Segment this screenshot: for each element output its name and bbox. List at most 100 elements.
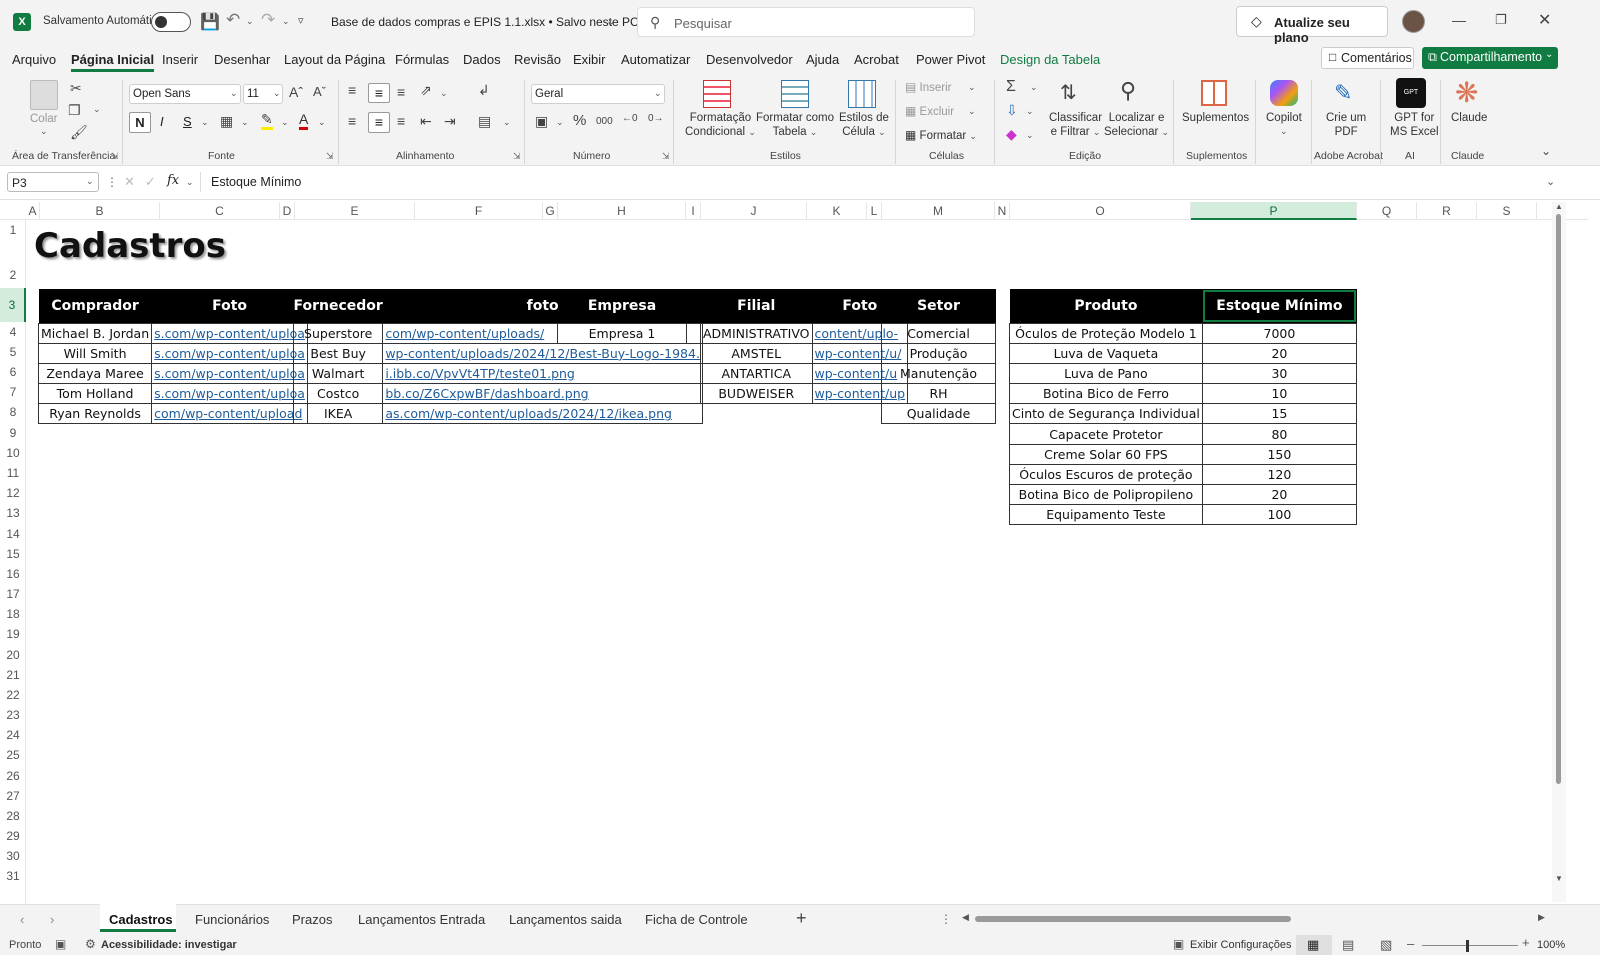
- row-header[interactable]: 6: [0, 362, 26, 382]
- row-header[interactable]: 22: [0, 685, 26, 705]
- wrap-text-icon[interactable]: ↲: [478, 82, 490, 99]
- row-header[interactable]: 19: [0, 624, 26, 645]
- link-cell[interactable]: wp-content/uploads/2024/12/Best-Buy-Logo…: [382, 342, 703, 364]
- font-color-icon[interactable]: A: [299, 112, 309, 130]
- worksheet-grid[interactable]: Cadastros Comprador Foto Michael B. Jorda…: [26, 220, 1588, 904]
- table-cell[interactable]: Óculos de Proteção Modelo 1: [1009, 322, 1203, 344]
- macro-record-icon[interactable]: ▣: [55, 937, 66, 951]
- bold-button[interactable]: N: [129, 112, 151, 133]
- table-cell[interactable]: Zendaya Maree: [37, 362, 153, 385]
- table-cell[interactable]: BUDWEISER: [700, 383, 813, 405]
- table-cell[interactable]: Luva de Pano: [1009, 362, 1203, 385]
- row-header[interactable]: 29: [0, 826, 26, 846]
- increase-decimal-icon[interactable]: ←0: [622, 113, 638, 124]
- font-launcher-icon[interactable]: ⇲: [326, 151, 334, 162]
- save-icon[interactable]: 💾: [200, 12, 220, 31]
- align-center-icon[interactable]: ≡: [368, 112, 390, 133]
- alignment-launcher-icon[interactable]: ⇲: [513, 151, 521, 162]
- header-filial[interactable]: Filial: [700, 289, 813, 323]
- merge-dropdown-icon[interactable]: ⌄: [503, 117, 511, 128]
- page-layout-icon[interactable]: ▤: [1342, 937, 1354, 953]
- conditional-formatting-icon[interactable]: [703, 80, 731, 108]
- table-cell[interactable]: 100: [1201, 504, 1358, 526]
- link-cell[interactable]: s.com/wp-content/uploa: [151, 383, 308, 405]
- row-header[interactable]: 27: [0, 786, 26, 806]
- table-cell[interactable]: Botina Bico de Ferro: [1009, 383, 1203, 405]
- row-header[interactable]: 14: [0, 524, 26, 544]
- clear-dropdown-icon[interactable]: ⌄: [1026, 130, 1034, 141]
- copilot-button[interactable]: Copilot: [1266, 111, 1302, 125]
- link-cell[interactable]: as.com/wp-content/uploads/2024/12/ikea.p…: [382, 403, 703, 425]
- fill-color-icon[interactable]: ✎: [261, 112, 273, 130]
- formula-input[interactable]: Estoque Mínimo: [200, 172, 1564, 192]
- menu-design-tabela[interactable]: Design da Tabela: [1000, 52, 1100, 67]
- col-header-g[interactable]: G: [543, 202, 558, 220]
- function-dropdown-icon[interactable]: ⌄: [186, 177, 194, 188]
- menu-inserir[interactable]: Inserir: [162, 52, 198, 67]
- increase-font-icon[interactable]: Aˆ: [289, 84, 303, 100]
- table-cell[interactable]: Produção: [881, 342, 996, 364]
- create-pdf-button[interactable]: Crie um PDF: [1326, 111, 1366, 139]
- col-header-h[interactable]: H: [558, 202, 686, 220]
- row-header[interactable]: 30: [0, 846, 26, 866]
- table-cell[interactable]: 20: [1201, 342, 1358, 364]
- table-cell[interactable]: 80: [1201, 423, 1358, 445]
- customize-qat-icon[interactable]: ▿: [298, 14, 304, 27]
- display-settings[interactable]: Exibir Configurações: [1190, 939, 1292, 951]
- menu-desenhar[interactable]: Desenhar: [214, 52, 270, 67]
- font-color-dropdown-icon[interactable]: ⌄: [318, 117, 326, 128]
- tab-funcionarios[interactable]: Funcionários: [195, 912, 269, 927]
- close-icon[interactable]: ✕: [1538, 10, 1551, 30]
- col-header-r[interactable]: R: [1417, 202, 1477, 220]
- row-header[interactable]: 8: [0, 402, 26, 423]
- table-cell[interactable]: Michael B. Jordan: [37, 322, 153, 344]
- more-options-icon[interactable]: ⋮: [106, 175, 118, 189]
- clear-icon[interactable]: ◆: [1006, 126, 1017, 143]
- italic-button[interactable]: I: [160, 114, 164, 129]
- link-cell[interactable]: com/wp-content/upload: [151, 403, 308, 425]
- number-format-select[interactable]: Geral ⌄: [531, 84, 665, 104]
- header-estoque-minimo[interactable]: Estoque Mínimo: [1202, 289, 1357, 323]
- table-cell[interactable]: Óculos Escuros de proteção: [1009, 463, 1203, 486]
- col-header-q[interactable]: Q: [1357, 202, 1417, 220]
- fill-icon[interactable]: ⇩: [1006, 102, 1018, 119]
- table-cell[interactable]: Creme Solar 60 FPS: [1009, 443, 1203, 465]
- conditional-formatting-button[interactable]: Formatação Condicional ⌄: [685, 111, 756, 139]
- link-cell[interactable]: i.ibb.co/VpvVt4TP/teste01.png: [382, 362, 703, 385]
- menu-formulas[interactable]: Fórmulas: [395, 52, 449, 67]
- menu-automatizar[interactable]: Automatizar: [621, 52, 690, 67]
- comments-button[interactable]: □ Comentários: [1321, 47, 1414, 69]
- align-top-icon[interactable]: ≡: [348, 82, 356, 98]
- sort-filter-button[interactable]: Classificar e Filtrar ⌄: [1049, 111, 1102, 139]
- col-header-k[interactable]: K: [807, 202, 867, 220]
- decrease-indent-icon[interactable]: ⇤: [420, 113, 432, 130]
- col-header-o[interactable]: O: [1010, 202, 1191, 220]
- col-header-b[interactable]: B: [40, 202, 160, 220]
- table-cell[interactable]: 120: [1201, 463, 1358, 486]
- merge-center-icon[interactable]: ▤: [478, 113, 491, 130]
- pdf-icon[interactable]: ✎: [1334, 80, 1352, 106]
- autosum-dropdown-icon[interactable]: ⌄: [1030, 82, 1038, 93]
- zoom-out-icon[interactable]: –: [1407, 936, 1414, 951]
- row-header[interactable]: 23: [0, 705, 26, 725]
- header-foto[interactable]: Foto: [151, 289, 308, 323]
- col-header-d[interactable]: D: [280, 202, 295, 220]
- col-header-e[interactable]: E: [295, 202, 415, 220]
- link-cell[interactable]: s.com/wp-content/uploa: [151, 342, 308, 364]
- paste-dropdown-icon[interactable]: ⌄: [40, 126, 48, 137]
- fill-color-dropdown-icon[interactable]: ⌄: [281, 117, 289, 128]
- table-cell[interactable]: 10: [1201, 383, 1358, 405]
- hscroll-right-icon[interactable]: ▶: [1538, 912, 1545, 923]
- table-cell[interactable]: Superstore: [292, 322, 384, 344]
- scroll-up-icon[interactable]: ▲: [1555, 202, 1563, 211]
- minimize-icon[interactable]: —: [1452, 12, 1466, 28]
- col-header-l[interactable]: L: [867, 202, 882, 220]
- col-header-n[interactable]: N: [995, 202, 1010, 220]
- increase-indent-icon[interactable]: ⇥: [444, 113, 456, 130]
- font-name-select[interactable]: Open Sans ⌄: [129, 84, 241, 104]
- menu-revisao[interactable]: Revisão: [514, 52, 561, 67]
- row-header[interactable]: 15: [0, 544, 26, 564]
- underline-button[interactable]: S: [183, 114, 192, 129]
- align-right-icon[interactable]: ≡: [397, 113, 405, 129]
- borders-icon[interactable]: ▦: [220, 113, 233, 130]
